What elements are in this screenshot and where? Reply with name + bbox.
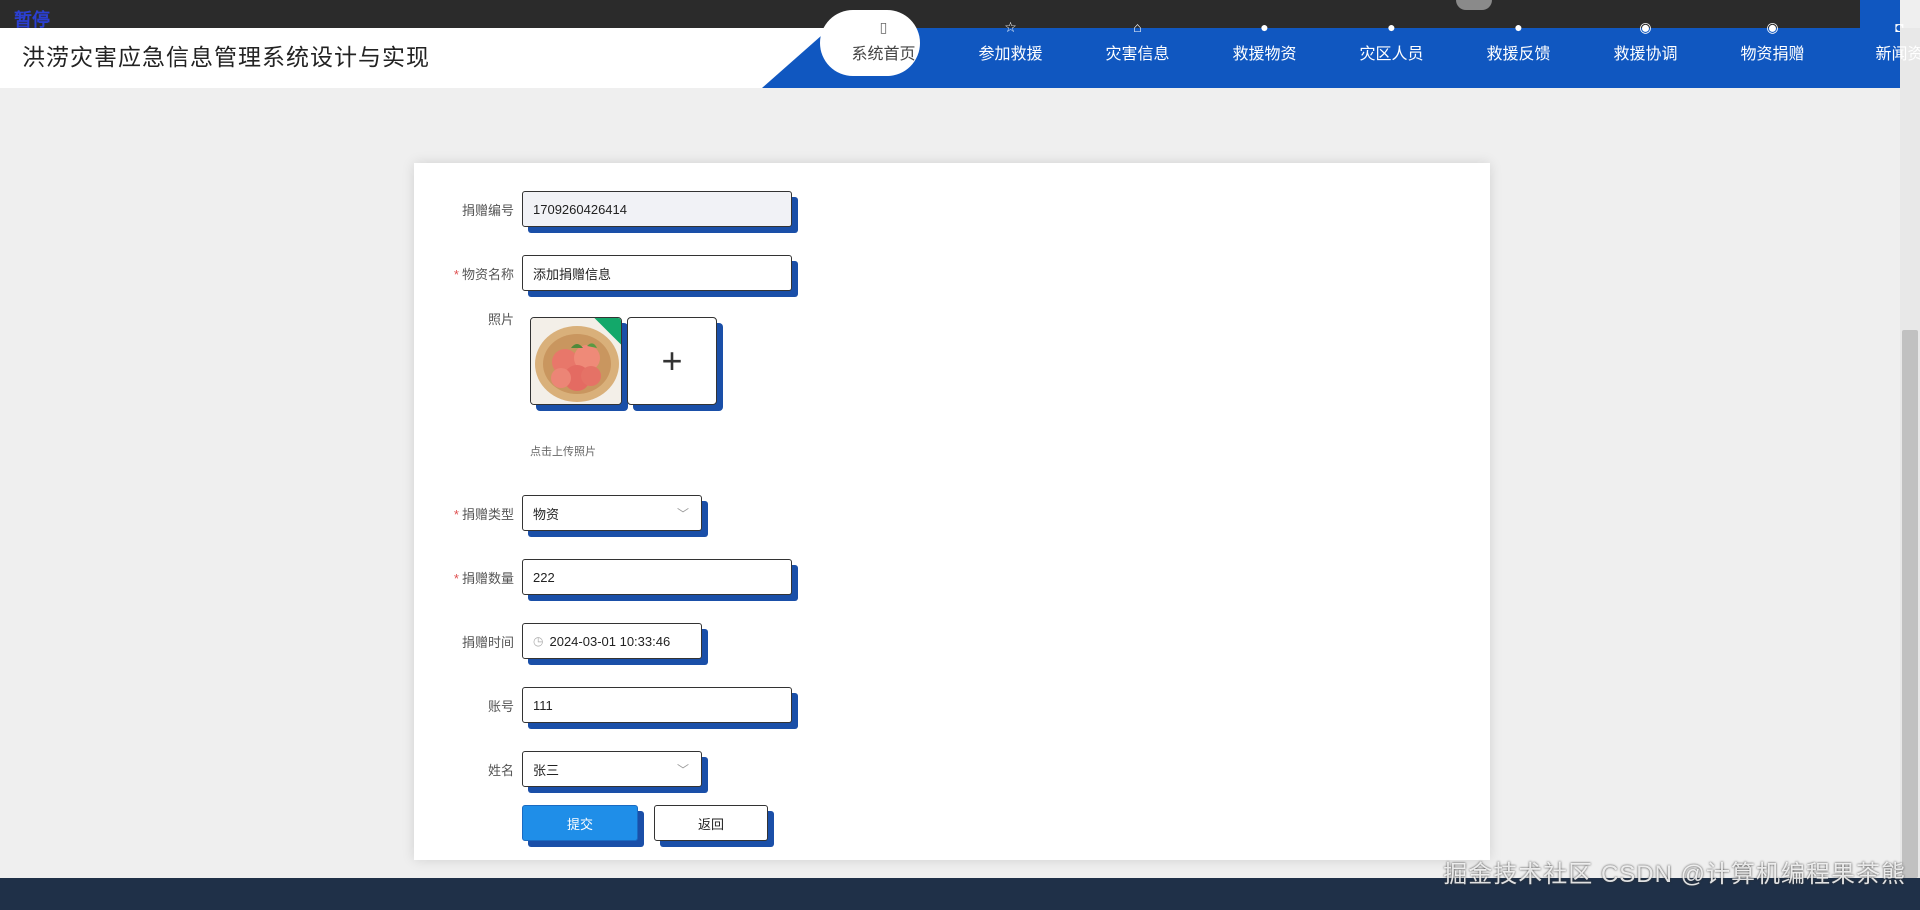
clock-icon: ◷ — [533, 634, 544, 648]
row-photo: 照片 — [414, 309, 522, 328]
row-donation-time: 捐赠时间 ◷ 2024-03-01 10:33:46 — [414, 623, 702, 659]
item-name-value: 添加捐赠信息 — [533, 266, 612, 282]
donation-form-card: 捐赠编号 1709260426414 * 物资名称 添加捐赠信息 照片 + 点击… — [414, 163, 1490, 860]
uploaded-photo[interactable] — [530, 317, 622, 405]
watermark-csdn: CSDN @计算机编程果茶熊 — [1600, 861, 1906, 888]
nav-label: 新闻资 — [1875, 46, 1920, 63]
back-button[interactable]: 返回 — [654, 805, 768, 841]
info-icon: ● — [1514, 19, 1523, 35]
name-value: 张三 — [533, 762, 560, 778]
shield-icon: ◉ — [1639, 19, 1652, 35]
row-account: 账号 111 — [414, 687, 792, 723]
account-value: 111 — [533, 697, 553, 713]
site-header: 洪涝灾害应急信息管理系统设计与实现 ▯ 系统首页 ☆ 参加救援 ⌂ 灾害信息 ●… — [0, 0, 1920, 88]
nav-label: 救援反馈 — [1486, 46, 1551, 63]
name-label: 姓名 — [487, 762, 514, 778]
donation-type-select[interactable]: 物资 ﹀ — [522, 495, 702, 531]
nav-label: 救援物资 — [1232, 46, 1297, 63]
name-select[interactable]: 张三 ﹀ — [522, 751, 702, 787]
nav-item-disaster-people[interactable]: ● 灾区人员 — [1328, 10, 1455, 88]
account-label: 账号 — [487, 698, 514, 714]
watermark: 掘金技术社区 CSDN @计算机编程果茶熊 — [1443, 854, 1906, 889]
nav-item-home[interactable]: ▯ 系统首页 — [820, 10, 947, 88]
star-icon: ☆ — [1004, 19, 1017, 35]
plus-icon: + — [661, 340, 683, 381]
nav-item-donations[interactable]: ◉ 物资捐赠 — [1709, 10, 1836, 88]
info-icon: ● — [1387, 19, 1396, 35]
donation-qty-input[interactable]: 222 — [522, 559, 792, 595]
row-donation-qty: * 捐赠数量 222 — [414, 559, 792, 595]
site-title: 洪涝灾害应急信息管理系统设计与实现 — [22, 44, 430, 70]
nav-label: 物资捐赠 — [1740, 46, 1805, 63]
building-icon: ⌂ — [1133, 19, 1142, 35]
donation-time-value: 2024-03-01 10:33:46 — [549, 633, 671, 649]
back-label: 返回 — [697, 816, 724, 832]
donation-type-label: * 捐赠类型 — [453, 506, 514, 522]
home-icon: ▯ — [879, 19, 888, 35]
info-icon: ● — [1260, 19, 1269, 35]
submit-label: 提交 — [566, 816, 593, 832]
row-donation-type: * 捐赠类型 物资 ﹀ — [414, 495, 702, 531]
donation-no-value: 1709260426414 — [533, 201, 627, 217]
shield-icon: ◉ — [1766, 19, 1779, 35]
scrollbar-thumb[interactable] — [1902, 330, 1918, 878]
donation-time-picker[interactable]: ◷ 2024-03-01 10:33:46 — [522, 623, 702, 659]
nav-label: 系统首页 — [851, 46, 916, 63]
upload-tip: 点击上传照片 — [530, 446, 596, 458]
nav-item-rescue-supplies[interactable]: ● 救援物资 — [1201, 10, 1328, 88]
chevron-down-icon: ﹀ — [676, 507, 689, 521]
donation-qty-label: * 捐赠数量 — [453, 570, 514, 586]
account-input[interactable]: 111 — [522, 687, 792, 723]
donation-time-label: 捐赠时间 — [461, 634, 514, 650]
row-donation-no: 捐赠编号 1709260426414 — [414, 191, 792, 227]
row-name: 姓名 张三 ﹀ — [414, 751, 702, 787]
nav-label: 灾害信息 — [1105, 46, 1170, 63]
item-name-label: * 物资名称 — [453, 266, 514, 282]
submit-button[interactable]: 提交 — [522, 805, 638, 841]
donation-type-value: 物资 — [533, 506, 560, 522]
donation-qty-value: 222 — [533, 569, 555, 585]
main-nav: ▯ 系统首页 ☆ 参加救援 ⌂ 灾害信息 ● 救援物资 ● 灾区人员 ● 救援反… — [820, 10, 1920, 88]
nav-item-rescue-feedback[interactable]: ● 救援反馈 — [1455, 10, 1582, 88]
nav-item-rescue-coordination[interactable]: ◉ 救援协调 — [1582, 10, 1709, 88]
watermark-community: 掘金技术社区 — [1443, 861, 1594, 888]
row-item-name: * 物资名称 添加捐赠信息 — [414, 255, 792, 291]
nav-item-disaster-info[interactable]: ⌂ 灾害信息 — [1074, 10, 1201, 88]
item-name-input[interactable]: 添加捐赠信息 — [522, 255, 792, 291]
chevron-down-icon: ﹀ — [676, 763, 689, 777]
upload-add-button[interactable]: + — [627, 317, 717, 405]
donation-no-field: 1709260426414 — [522, 191, 792, 227]
donation-no-label: 捐赠编号 — [461, 202, 514, 218]
nav-label: 灾区人员 — [1359, 46, 1424, 63]
pause-label: 暂停 — [14, 10, 50, 30]
nav-item-join-rescue[interactable]: ☆ 参加救援 — [947, 10, 1074, 88]
nav-label: 救援协调 — [1613, 46, 1678, 63]
nav-label: 参加救援 — [978, 46, 1043, 63]
photo-label: 照片 — [487, 312, 514, 327]
